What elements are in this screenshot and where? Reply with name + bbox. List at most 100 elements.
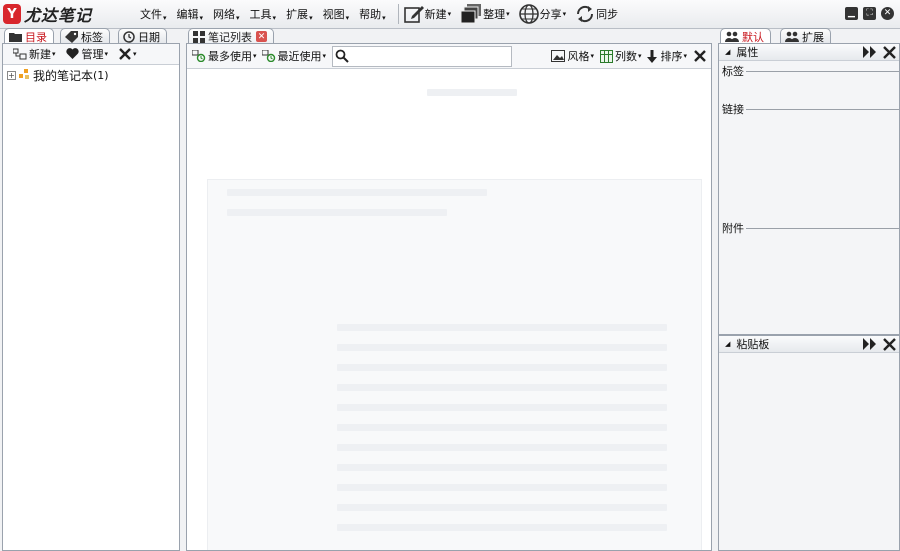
edit-icon (403, 6, 424, 23)
menu-view[interactable]: 视图 (323, 6, 350, 22)
ghost-line (337, 524, 667, 531)
maximize-icon[interactable]: ⛶ (863, 7, 876, 20)
search-icon (335, 49, 349, 63)
clipboard-header-tools (863, 337, 899, 351)
tools-icon[interactable] (883, 337, 896, 351)
note-list-toolbar: 最多使用 ▾ 最近使用 ▾ 风格 ▾ 列数 ▾ 排序 ▾ (187, 44, 711, 69)
ghost-line (337, 484, 667, 491)
minimize-icon[interactable]: ▁ (845, 7, 858, 20)
tab-default[interactable]: 默认 (720, 28, 771, 44)
columns-icon (599, 49, 613, 63)
share-label: 分享 (539, 8, 562, 21)
clock-icon (123, 30, 135, 43)
tools-icon (118, 47, 132, 61)
expand-icon[interactable] (863, 337, 877, 351)
ghost-line (337, 384, 667, 391)
links-section: 链接 (722, 101, 899, 117)
tab-close-icon[interactable]: ✕ (256, 31, 267, 42)
image-icon (551, 50, 566, 62)
close-icon[interactable]: ✕ (881, 7, 894, 20)
attachments-section-label: 附件 (722, 222, 744, 235)
menu-help[interactable]: 帮助 (359, 6, 386, 22)
search-input[interactable] (332, 45, 513, 67)
organize-button[interactable]: 整理 ▾ (459, 3, 510, 25)
toolbar-divider (397, 4, 399, 24)
tag-icon (65, 30, 78, 43)
tree-item-my-notebook[interactable]: + 我的笔记本 (1) (3, 65, 179, 85)
ghost-line (337, 464, 667, 471)
tree-item-label: 我的笔记本 (33, 68, 94, 83)
tab-note-list[interactable]: 笔记列表 ✕ (188, 28, 274, 44)
catalog-new-button[interactable]: 新建 ▾ (13, 46, 56, 62)
clipboard-header: ◢ 粘贴板 (719, 336, 899, 353)
collapse-triangle-icon[interactable]: ◢ (725, 48, 730, 56)
sync-label: 同步 (596, 8, 619, 21)
sync-button[interactable]: 同步 (574, 3, 618, 25)
sort-button[interactable]: 排序 ▾ (647, 48, 687, 64)
style-label: 风格 (567, 50, 590, 63)
menu-tools[interactable]: 工具 (250, 6, 277, 22)
tab-tags[interactable]: 标签 (60, 28, 110, 44)
clipboard-body (719, 353, 899, 550)
recent-used-button[interactable]: 最近使用 ▾ (261, 48, 326, 64)
note-list-view-tools: 风格 ▾ 列数 ▾ 排序 ▾ (545, 48, 711, 64)
properties-header: ◢ 属性 (719, 44, 899, 61)
ghost-line (227, 189, 487, 196)
menu-network[interactable]: 网络 (213, 6, 240, 22)
expand-icon[interactable] (863, 45, 877, 59)
most-used-label: 最多使用 (208, 50, 252, 63)
tab-catalog[interactable]: 目录 (4, 28, 54, 44)
globe-icon (518, 4, 539, 24)
organize-label: 整理 (483, 8, 506, 21)
ghost-line (427, 89, 517, 96)
attachments-section: 附件 (722, 220, 899, 236)
catalog-new-label: 新建 (29, 48, 51, 61)
menu-extend[interactable]: 扩展 (286, 6, 313, 22)
properties-title: 属性 (736, 46, 759, 59)
ghost-line (337, 344, 667, 351)
menu-file[interactable]: 文件 (140, 6, 167, 22)
ghost-line (337, 324, 667, 331)
heart-icon (65, 48, 79, 60)
app-logo: Y 尤达笔记 (0, 2, 140, 26)
users-icon (725, 31, 739, 42)
sync-icon (577, 5, 594, 23)
tree-expand-icon[interactable]: + (7, 70, 16, 80)
grid-icon (193, 30, 205, 43)
list-tools-button[interactable] (693, 49, 707, 63)
recent-used-icon (261, 50, 276, 62)
ghost-line (337, 364, 667, 371)
ghost-line (337, 404, 667, 411)
tree-item-count: (1) (93, 68, 109, 82)
ghost-line (337, 444, 667, 451)
tags-section: 标签 (722, 63, 899, 79)
note-list-empty-area (187, 69, 711, 550)
style-button[interactable]: 风格 ▾ (551, 48, 594, 64)
properties-panel: ◢ 属性 标签 链接 附件 (718, 43, 900, 335)
columns-label: 列数 (614, 50, 637, 63)
new-note-button[interactable]: 新建 ▾ (403, 4, 451, 24)
catalog-manage-button[interactable]: 管理 ▾ (65, 46, 108, 62)
catalog-tools-button[interactable]: ▾ (118, 47, 137, 61)
tab-date[interactable]: 日期 (118, 28, 167, 44)
tools-icon[interactable] (883, 45, 896, 59)
collapse-triangle-icon[interactable]: ◢ (725, 340, 730, 348)
share-button[interactable]: 分享 ▾ (518, 3, 566, 25)
links-section-label: 链接 (722, 103, 744, 116)
most-used-button[interactable]: 最多使用 ▾ (192, 48, 257, 64)
columns-button[interactable]: 列数 ▾ (599, 48, 641, 64)
properties-body: 标签 链接 附件 (719, 61, 899, 334)
notebook-icon (19, 69, 31, 81)
note-list-pane: 最多使用 ▾ 最近使用 ▾ 风格 ▾ 列数 ▾ 排序 ▾ (186, 43, 712, 551)
logo-icon: Y (3, 4, 21, 24)
folder-icon (9, 31, 22, 42)
catalog-toolbar: 新建 ▾ 管理 ▾ ▾ (3, 44, 179, 65)
catalog-pane: 新建 ▾ 管理 ▾ ▾ + 我的笔记本 (1) (2, 43, 180, 551)
most-used-icon (192, 50, 206, 62)
sort-label: 排序 (660, 50, 683, 63)
tab-extend[interactable]: 扩展 (780, 28, 831, 44)
recent-used-label: 最近使用 (277, 50, 322, 63)
menu-edit[interactable]: 编辑 (177, 6, 204, 22)
stack-icon (460, 4, 482, 24)
ghost-line (337, 424, 667, 431)
